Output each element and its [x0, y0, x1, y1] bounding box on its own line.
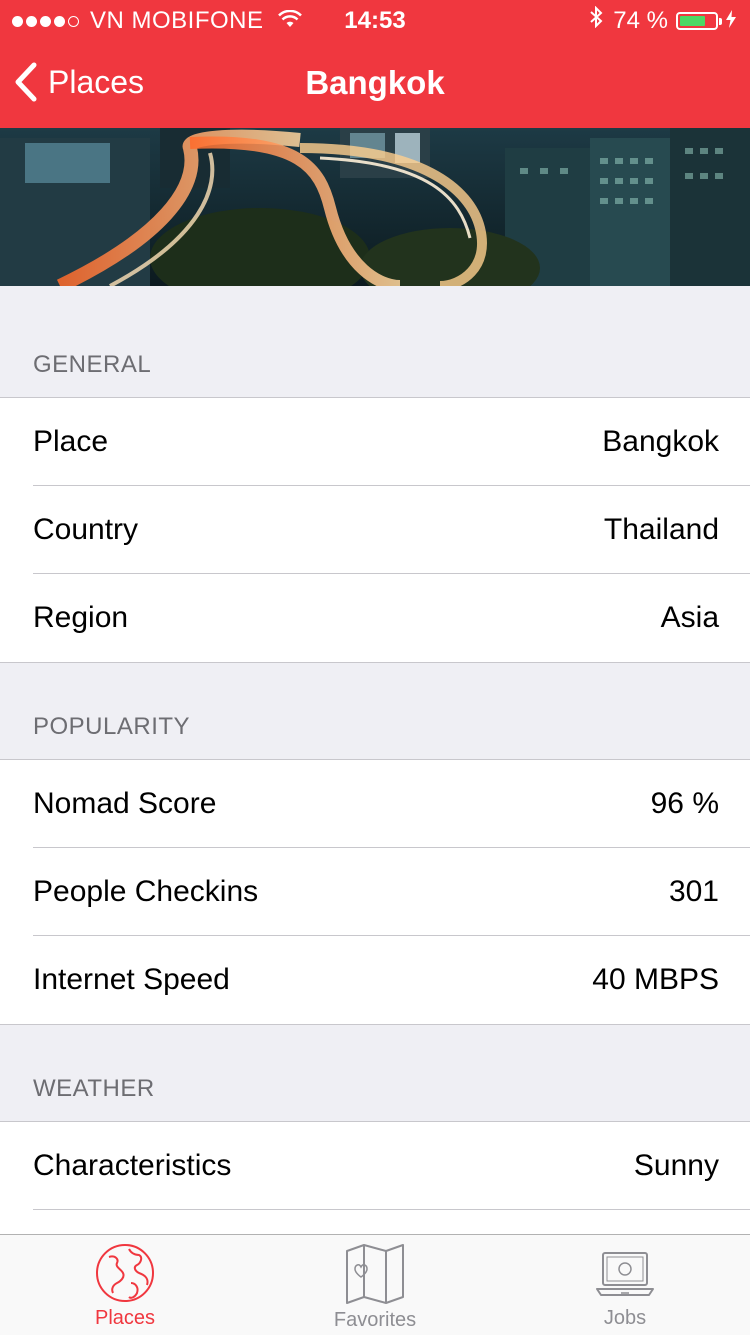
row-value: Asia [660, 601, 719, 634]
row-nomad-score[interactable]: Nomad Score 96 % [0, 760, 750, 848]
navigation-bar: Places Bangkok [0, 40, 750, 128]
battery-level [680, 15, 705, 26]
row-characteristics[interactable]: Characteristics Sunny [0, 1122, 750, 1210]
tab-favorites[interactable]: Favorites [250, 1235, 500, 1335]
row-label: Region [33, 601, 129, 634]
row-label: Nomad Score [33, 787, 217, 820]
tab-label: Jobs [603, 1307, 647, 1329]
battery-percent: 74 % [613, 6, 668, 34]
row-value: 96 % [650, 787, 719, 820]
top-bar: VN MOBIFONE 14:53 74 % Places Bangkok [0, 0, 750, 128]
row-value: Bangkok [602, 425, 719, 458]
page-title: Bangkok [305, 64, 445, 101]
row-label: Country [33, 513, 139, 546]
row-region[interactable]: Region Asia [0, 573, 750, 662]
tab-label: Favorites [333, 1309, 417, 1331]
city-hero-image [0, 128, 750, 286]
tab-bar: Places Favorites Jobs [0, 1234, 750, 1335]
charging-icon [726, 7, 736, 35]
row-internet-speed[interactable]: Internet Speed 40 MBPS [0, 935, 750, 1024]
status-bar: VN MOBIFONE 14:53 74 % [0, 0, 750, 40]
row-value: Sunny [633, 1149, 719, 1182]
row-label: Characteristics [33, 1149, 232, 1182]
section-title: WEATHER [33, 1075, 155, 1102]
row-value: 301 [668, 875, 719, 908]
laptop-icon [596, 1252, 654, 1296]
general-group: Place Bangkok Country Thailand Region As… [0, 397, 750, 663]
section-title: GENERAL [33, 351, 152, 378]
globe-icon [96, 1244, 154, 1302]
details-list[interactable]: GENERAL Place Bangkok Country Thailand R… [0, 286, 750, 1234]
tab-label: Places [94, 1307, 156, 1329]
weather-group: Characteristics Sunny [0, 1121, 750, 1234]
row-value: 40 MBPS [592, 963, 719, 996]
row-label: People Checkins [33, 875, 259, 908]
row-label: Internet Speed [33, 963, 230, 996]
tab-jobs[interactable]: Jobs [500, 1235, 750, 1335]
row-partial[interactable] [0, 1209, 750, 1234]
row-place[interactable]: Place Bangkok [0, 398, 750, 486]
row-country[interactable]: Country Thailand [0, 485, 750, 574]
map-icon [346, 1244, 404, 1304]
popularity-group: Nomad Score 96 % People Checkins 301 Int… [0, 759, 750, 1025]
battery-icon [676, 11, 722, 30]
row-people-checkins[interactable]: People Checkins 301 [0, 847, 750, 936]
bluetooth-icon [589, 5, 603, 35]
section-title: POPULARITY [33, 713, 191, 740]
section-header-popularity: POPULARITY [0, 663, 750, 759]
row-label: Place [33, 425, 109, 458]
status-right: 74 % [589, 5, 736, 35]
row-value: Thailand [603, 513, 719, 546]
section-header-weather: WEATHER [0, 1025, 750, 1121]
tab-places[interactable]: Places [0, 1235, 250, 1335]
section-header-general: GENERAL [0, 286, 750, 397]
